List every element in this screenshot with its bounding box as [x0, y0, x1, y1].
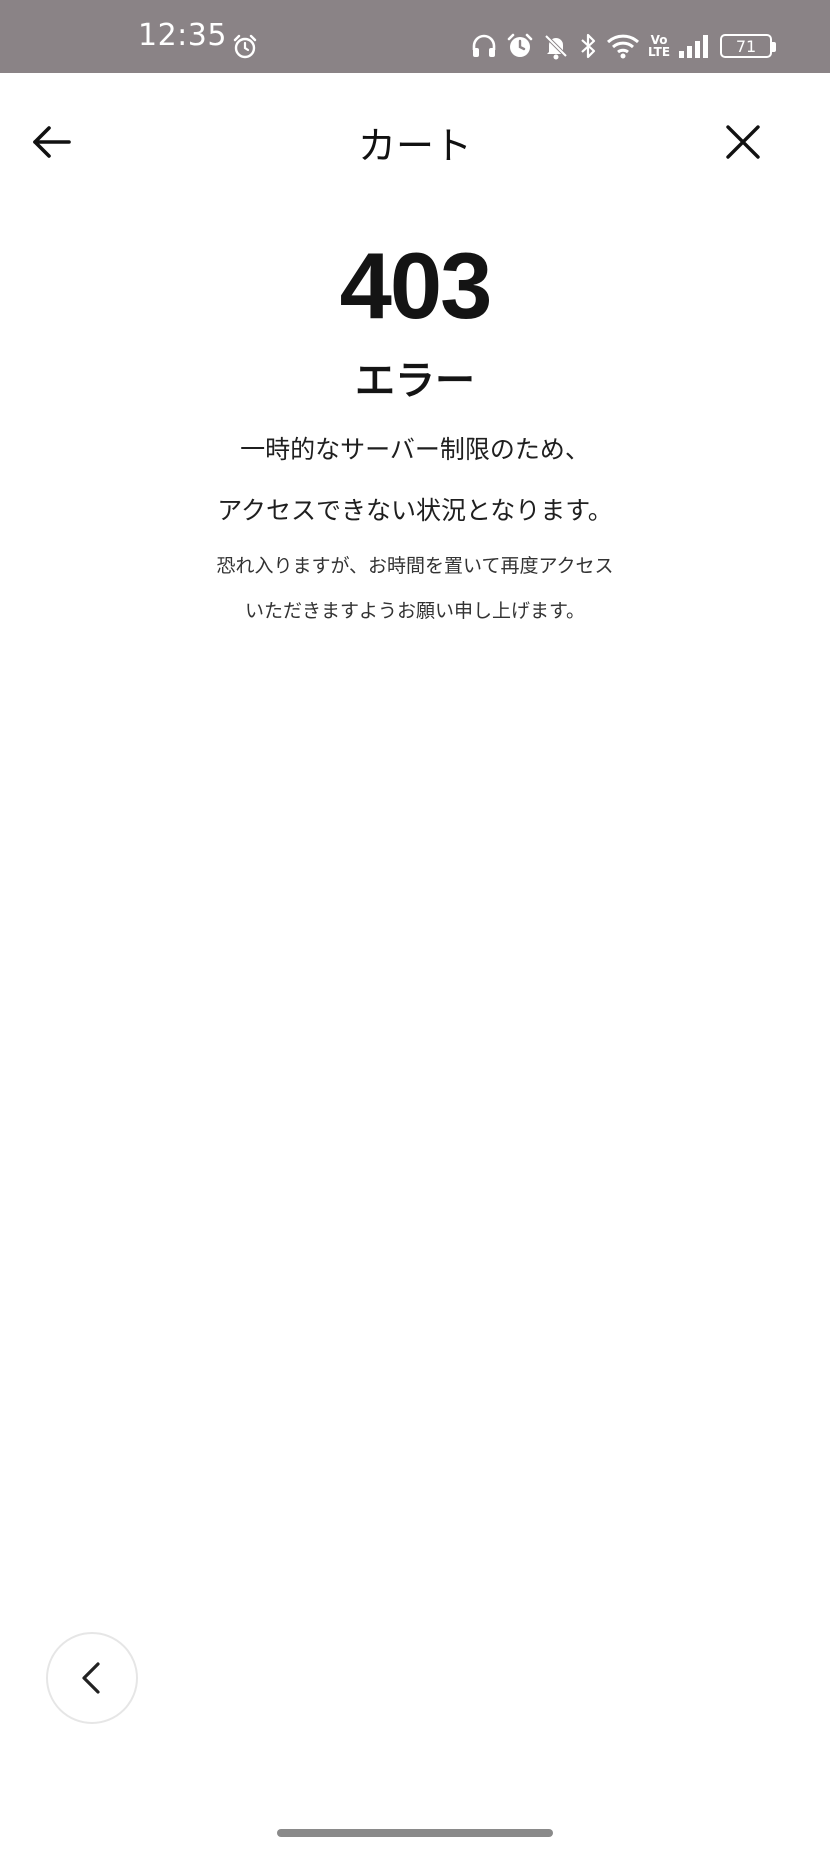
bluetooth-icon: [578, 31, 598, 61]
app-screen: 12:35 Vo LTE 71 カート 403 エラー 一時的なサーバー制限のた…: [0, 0, 830, 1853]
close-button[interactable]: [714, 113, 772, 171]
close-icon: [726, 125, 760, 159]
signal-icon: [678, 31, 712, 61]
page-title: カート: [357, 124, 472, 168]
error-code: 403: [339, 233, 493, 338]
volte-bottom-label: LTE: [648, 45, 671, 59]
status-bar: 12:35 Vo LTE 71: [0, 0, 830, 73]
app-header: カート: [0, 73, 830, 203]
error-message-line-1: 一時的なサーバー制限のため、: [240, 435, 590, 464]
chevron-left-icon: [82, 1662, 100, 1694]
status-icons: Vo LTE 71: [470, 30, 776, 62]
battery-level: 71: [720, 34, 776, 58]
status-time: 12:35: [138, 18, 227, 53]
volte-icon: Vo LTE: [648, 31, 670, 61]
alarm-icon: [506, 31, 534, 61]
home-indicator[interactable]: [277, 1829, 553, 1837]
headphones-icon: [470, 31, 498, 61]
battery-icon: 71: [720, 31, 776, 61]
error-message-line-2: アクセスできない状況となります。: [217, 496, 613, 525]
floating-back-button[interactable]: [46, 1632, 138, 1724]
error-note-line-1: 恐れ入りますが、お時間を置いて再度アクセス: [216, 555, 614, 577]
error-title: エラー: [355, 358, 475, 404]
wifi-icon: [606, 31, 640, 61]
error-note-line-2: いただきますようお願い申し上げます。: [244, 600, 586, 622]
bell-muted-icon: [542, 31, 570, 61]
alarm-icon: [232, 34, 258, 60]
